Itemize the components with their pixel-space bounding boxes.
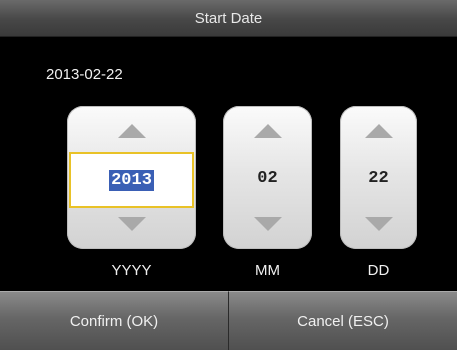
day-value-field[interactable]: 22: [340, 152, 417, 204]
current-date-display: 2013-02-22: [46, 66, 123, 83]
dialog-footer: Confirm (OK) Cancel (ESC): [0, 291, 457, 350]
cancel-button[interactable]: Cancel (ESC): [228, 291, 457, 350]
month-label: MM: [255, 262, 280, 279]
day-label: DD: [367, 262, 390, 279]
year-value: 2013: [109, 169, 154, 191]
year-label: YYYY: [111, 262, 152, 279]
year-value-field[interactable]: 2013: [69, 152, 194, 208]
day-up-arrow-icon[interactable]: [364, 124, 393, 138]
confirm-button[interactable]: Confirm (OK): [0, 291, 228, 350]
dialog-title: Start Date: [194, 9, 263, 27]
year-up-arrow-icon[interactable]: [117, 124, 146, 138]
month-spinner: 02: [223, 106, 312, 249]
year-spinner: 2013: [67, 106, 196, 249]
month-value-field[interactable]: 02: [223, 152, 312, 204]
dialog-title-bar: Start Date: [0, 0, 457, 37]
day-down-arrow-icon[interactable]: [364, 217, 393, 231]
month-down-arrow-icon[interactable]: [253, 217, 282, 231]
day-spinner: 22: [340, 106, 417, 249]
month-up-arrow-icon[interactable]: [253, 124, 282, 138]
month-value: 02: [257, 168, 278, 188]
day-value: 22: [368, 168, 389, 188]
year-down-arrow-icon[interactable]: [117, 217, 146, 231]
